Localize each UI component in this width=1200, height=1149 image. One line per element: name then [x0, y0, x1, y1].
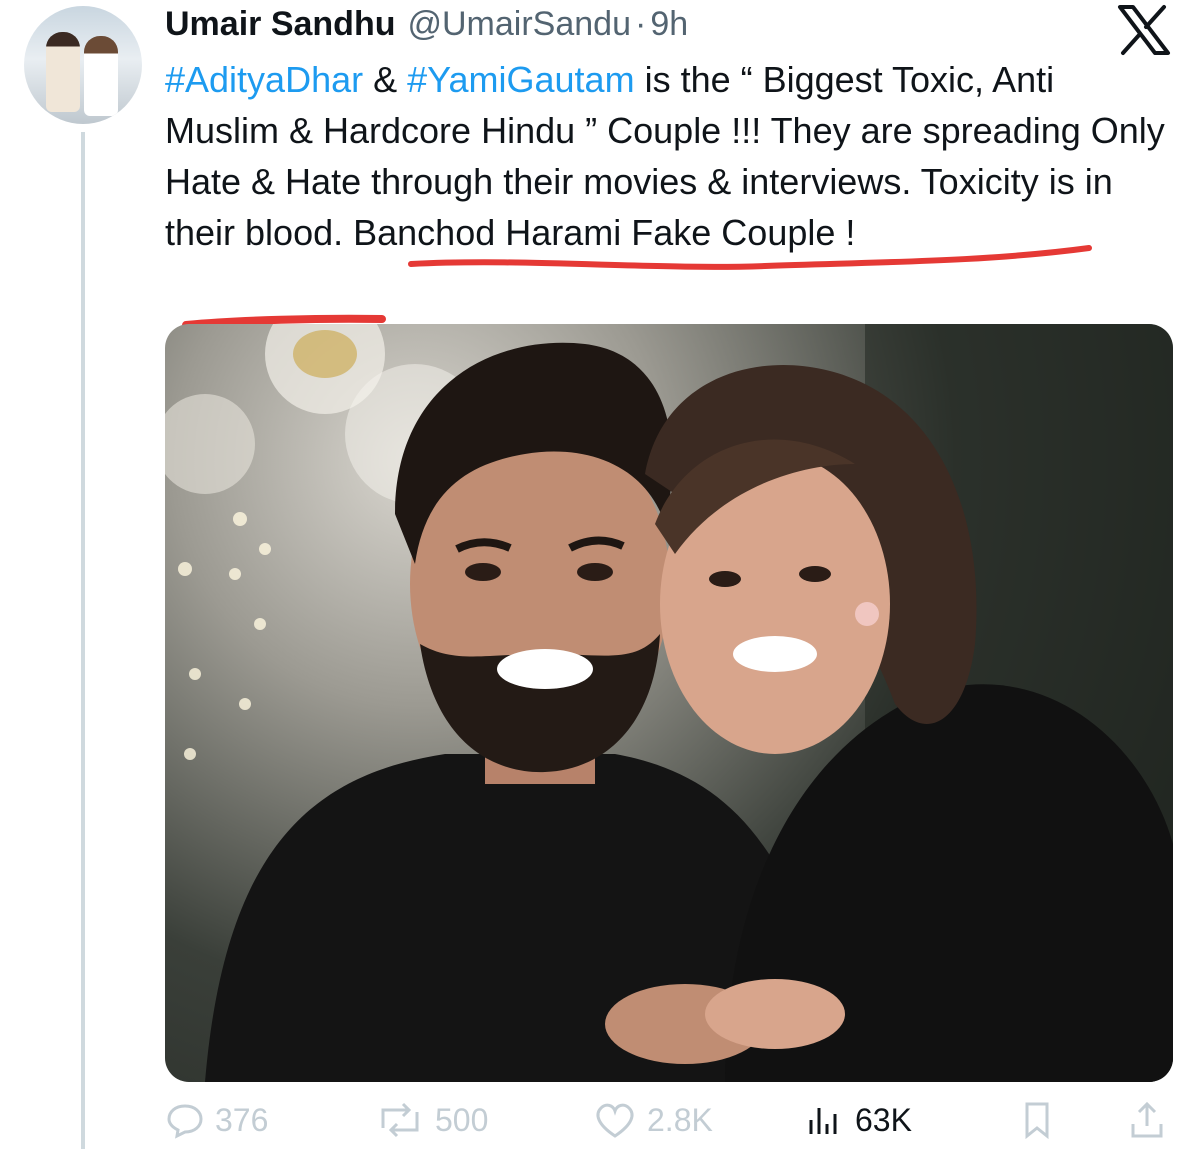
- tweet-text-fragment: &: [363, 59, 408, 100]
- reply-count: 376: [215, 1101, 269, 1138]
- hashtag-link[interactable]: #YamiGautam: [407, 59, 634, 100]
- tweet-text: #AdityaDhar & #YamiGautam is the “ Bigge…: [165, 54, 1165, 258]
- view-count: 63K: [855, 1101, 912, 1138]
- user-handle[interactable]: @UmairSandu: [407, 5, 631, 44]
- avatar-person-1: [46, 32, 80, 112]
- share-icon: [1131, 1101, 1163, 1138]
- share-button[interactable]: [1127, 1100, 1177, 1140]
- bookmark-button[interactable]: [1017, 1100, 1067, 1140]
- bookmark-icon: [1025, 1102, 1049, 1140]
- views-button[interactable]: 63K: [805, 1100, 912, 1140]
- x-logo-icon: [1118, 5, 1170, 55]
- like-count: 2.8K: [647, 1101, 713, 1138]
- thread-line: [81, 132, 85, 1149]
- repost-icon: [381, 1102, 419, 1138]
- display-name[interactable]: Umair Sandhu: [165, 5, 395, 44]
- avatar-person-2: [84, 36, 118, 116]
- separator-dot: ·: [634, 4, 647, 43]
- hashtag-link[interactable]: #AdityaDhar: [165, 59, 363, 100]
- views-icon: [809, 1108, 837, 1134]
- timestamp[interactable]: 9h: [650, 5, 688, 44]
- tweet-action-bar: 376 500 2.8K 63K: [165, 1100, 1175, 1149]
- reply-button[interactable]: 376: [165, 1100, 268, 1140]
- like-button[interactable]: 2.8K: [593, 1100, 713, 1140]
- tweet-header: Umair Sandhu @UmairSandu · 9h: [165, 0, 688, 48]
- repost-button[interactable]: 500: [375, 1100, 488, 1140]
- avatar[interactable]: [24, 6, 142, 124]
- repost-count: 500: [435, 1101, 489, 1138]
- photo-illustration: [165, 324, 1173, 1082]
- tweet-photo[interactable]: [165, 324, 1173, 1082]
- tweet: Umair Sandhu @UmairSandu · 9h #AdityaDha…: [0, 0, 1200, 1149]
- like-icon: [596, 1103, 634, 1138]
- reply-icon: [167, 1104, 203, 1139]
